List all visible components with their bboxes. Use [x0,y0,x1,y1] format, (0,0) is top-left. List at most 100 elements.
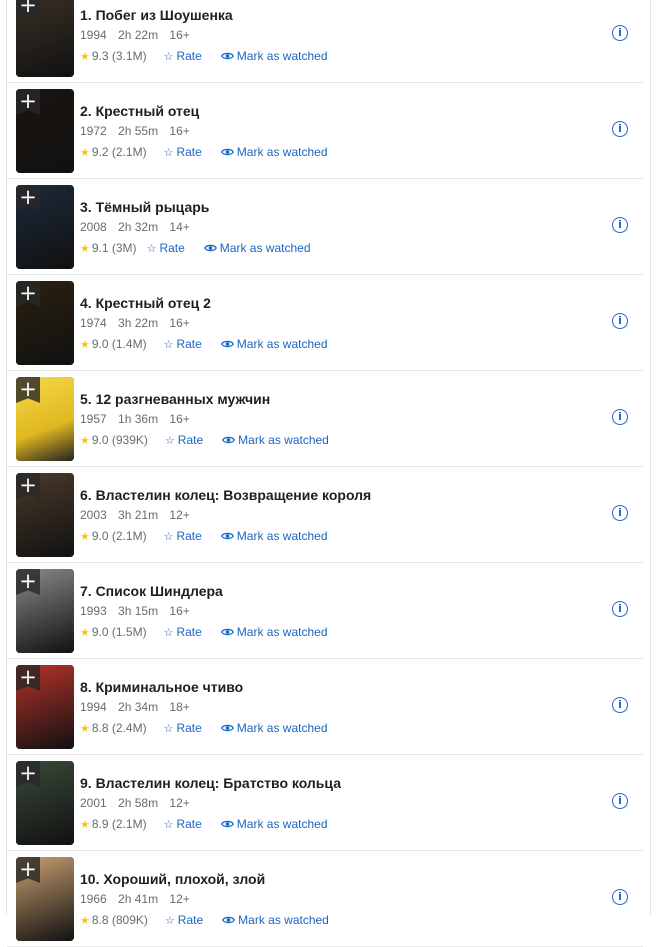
mark-as-watched-button[interactable]: Mark as watched [220,529,328,543]
movie-poster[interactable]: + [16,89,74,173]
eye-icon [220,52,234,60]
movie-actions: ★ 8.9 (2.1M) ☆ Rate Mark as watched [80,817,328,831]
movie-row: + 7. Список Шиндлера 1993 3h 15m 16+ ★ 9… [7,563,643,659]
movie-title[interactable]: 2. Крестный отец [80,103,199,119]
movie-title[interactable]: 1. Побег из Шоушенка [80,7,233,23]
star-outline-icon: ☆ [163,722,174,735]
rating-value: 9.0 (1.4M) [91,337,147,351]
imdb-rating: ★ 8.8 (2.4M) [80,721,147,735]
movie-year: 1993 [80,604,107,618]
rating-value: 8.8 (809K) [91,913,148,927]
movie-duration: 2h 41m [118,892,159,906]
mark-as-watched-button[interactable]: Mark as watched [220,817,328,831]
info-icon[interactable] [612,505,628,521]
movie-title[interactable]: 7. Список Шиндлера [80,583,223,599]
movie-year: 1966 [80,892,107,906]
movie-title[interactable]: 8. Криминальное чтиво [80,679,243,695]
movie-poster[interactable]: + [16,185,74,269]
mark-as-watched-label: Mark as watched [236,721,328,735]
movie-year: 2001 [80,796,107,810]
mark-as-watched-label: Mark as watched [236,337,328,351]
movie-row: + 10. Хороший, плохой, злой 1966 2h 41m … [7,851,643,947]
mark-as-watched-label: Mark as watched [236,625,328,639]
movie-meta: 1957 1h 36m 16+ [80,412,198,426]
info-icon[interactable] [612,25,628,41]
movie-title[interactable]: 3. Тёмный рыцарь [80,199,209,215]
movie-row: + 5. 12 разгневанных мужчин 1957 1h 36m … [7,371,643,467]
rate-label: Rate [176,625,202,639]
movie-year: 1957 [80,412,107,426]
rate-button[interactable]: ☆ Rate [164,145,202,159]
movie-duration: 2h 58m [118,796,159,810]
mark-as-watched-button[interactable]: Mark as watched [220,721,328,735]
mark-as-watched-button[interactable]: Mark as watched [222,913,329,927]
movie-list: + 1. Побег из Шоушенка 1994 2h 22m 16+ ★… [7,0,643,947]
star-icon: ★ [80,914,90,927]
rating-value: 9.0 (1.5M) [91,625,147,639]
info-icon[interactable] [612,889,628,905]
rate-label: Rate [176,49,202,63]
rate-button[interactable]: ☆ Rate [164,721,202,735]
movie-meta: 2003 3h 21m 12+ [80,508,198,522]
rate-button[interactable]: ☆ Rate [165,433,203,447]
movie-title[interactable]: 6. Властелин колец: Возвращение короля [80,487,371,503]
info-icon[interactable] [612,121,628,137]
movie-title[interactable]: 10. Хороший, плохой, злой [80,871,265,887]
movie-duration: 1h 36m [118,412,159,426]
info-icon[interactable] [612,313,628,329]
rate-button[interactable]: ☆ Rate [164,817,202,831]
movie-poster[interactable]: + [16,857,74,941]
imdb-rating: ★ 9.0 (1.4M) [80,337,147,351]
movie-year: 1994 [80,700,107,714]
movie-poster[interactable]: + [16,665,74,749]
rating-value: 9.1 (3M) [91,241,137,255]
mark-as-watched-button[interactable]: Mark as watched [220,145,328,159]
movie-year: 1974 [80,316,107,330]
info-icon[interactable] [612,697,628,713]
rating-value: 9.0 (939K) [91,433,148,447]
movie-duration: 3h 15m [118,604,159,618]
imdb-rating: ★ 9.3 (3.1M) [80,49,147,63]
movie-row: + 2. Крестный отец 1972 2h 55m 16+ ★ 9.2… [7,83,643,179]
movie-title[interactable]: 4. Крестный отец 2 [80,295,211,311]
movie-age-rating: 16+ [169,316,190,330]
rate-button[interactable]: ☆ Rate [164,625,202,639]
info-icon[interactable] [612,409,628,425]
mark-as-watched-button[interactable]: Mark as watched [220,337,328,351]
rate-button[interactable]: ☆ Rate [165,913,203,927]
mark-as-watched-label: Mark as watched [236,49,328,63]
star-outline-icon: ☆ [163,626,174,639]
movie-poster[interactable]: + [16,761,74,845]
movie-title[interactable]: 5. 12 разгневанных мужчин [80,391,270,407]
movie-poster[interactable]: + [16,281,74,365]
movie-row: + 1. Побег из Шоушенка 1994 2h 22m 16+ ★… [7,0,643,83]
movie-row: + 3. Тёмный рыцарь 2008 2h 32m 14+ ★ 9.1… [7,179,643,275]
eye-icon [222,916,236,924]
mark-as-watched-label: Mark as watched [238,913,329,927]
rate-button[interactable]: ☆ Rate [164,337,202,351]
mark-as-watched-label: Mark as watched [236,817,328,831]
rate-button[interactable]: ☆ Rate [147,241,185,255]
movie-title[interactable]: 9. Властелин колец: Братство кольца [80,775,341,791]
info-icon[interactable] [612,217,628,233]
info-icon[interactable] [612,793,628,809]
movie-age-rating: 12+ [169,796,190,810]
movie-poster[interactable]: + [16,473,74,557]
eye-icon [220,628,234,636]
movie-poster[interactable]: + [16,377,74,461]
mark-as-watched-button[interactable]: Mark as watched [222,433,329,447]
movie-year: 2008 [80,220,107,234]
rate-label: Rate [159,241,185,255]
movie-poster[interactable]: + [16,0,74,77]
rate-label: Rate [176,145,202,159]
mark-as-watched-button[interactable]: Mark as watched [220,49,328,63]
info-icon[interactable] [612,601,628,617]
frame-right-border [650,0,651,915]
rate-button[interactable]: ☆ Rate [164,49,202,63]
rate-button[interactable]: ☆ Rate [164,529,202,543]
star-icon: ★ [80,50,90,63]
movie-poster[interactable]: + [16,569,74,653]
mark-as-watched-button[interactable]: Mark as watched [220,625,328,639]
rate-label: Rate [177,913,204,927]
mark-as-watched-button[interactable]: Mark as watched [203,241,311,255]
